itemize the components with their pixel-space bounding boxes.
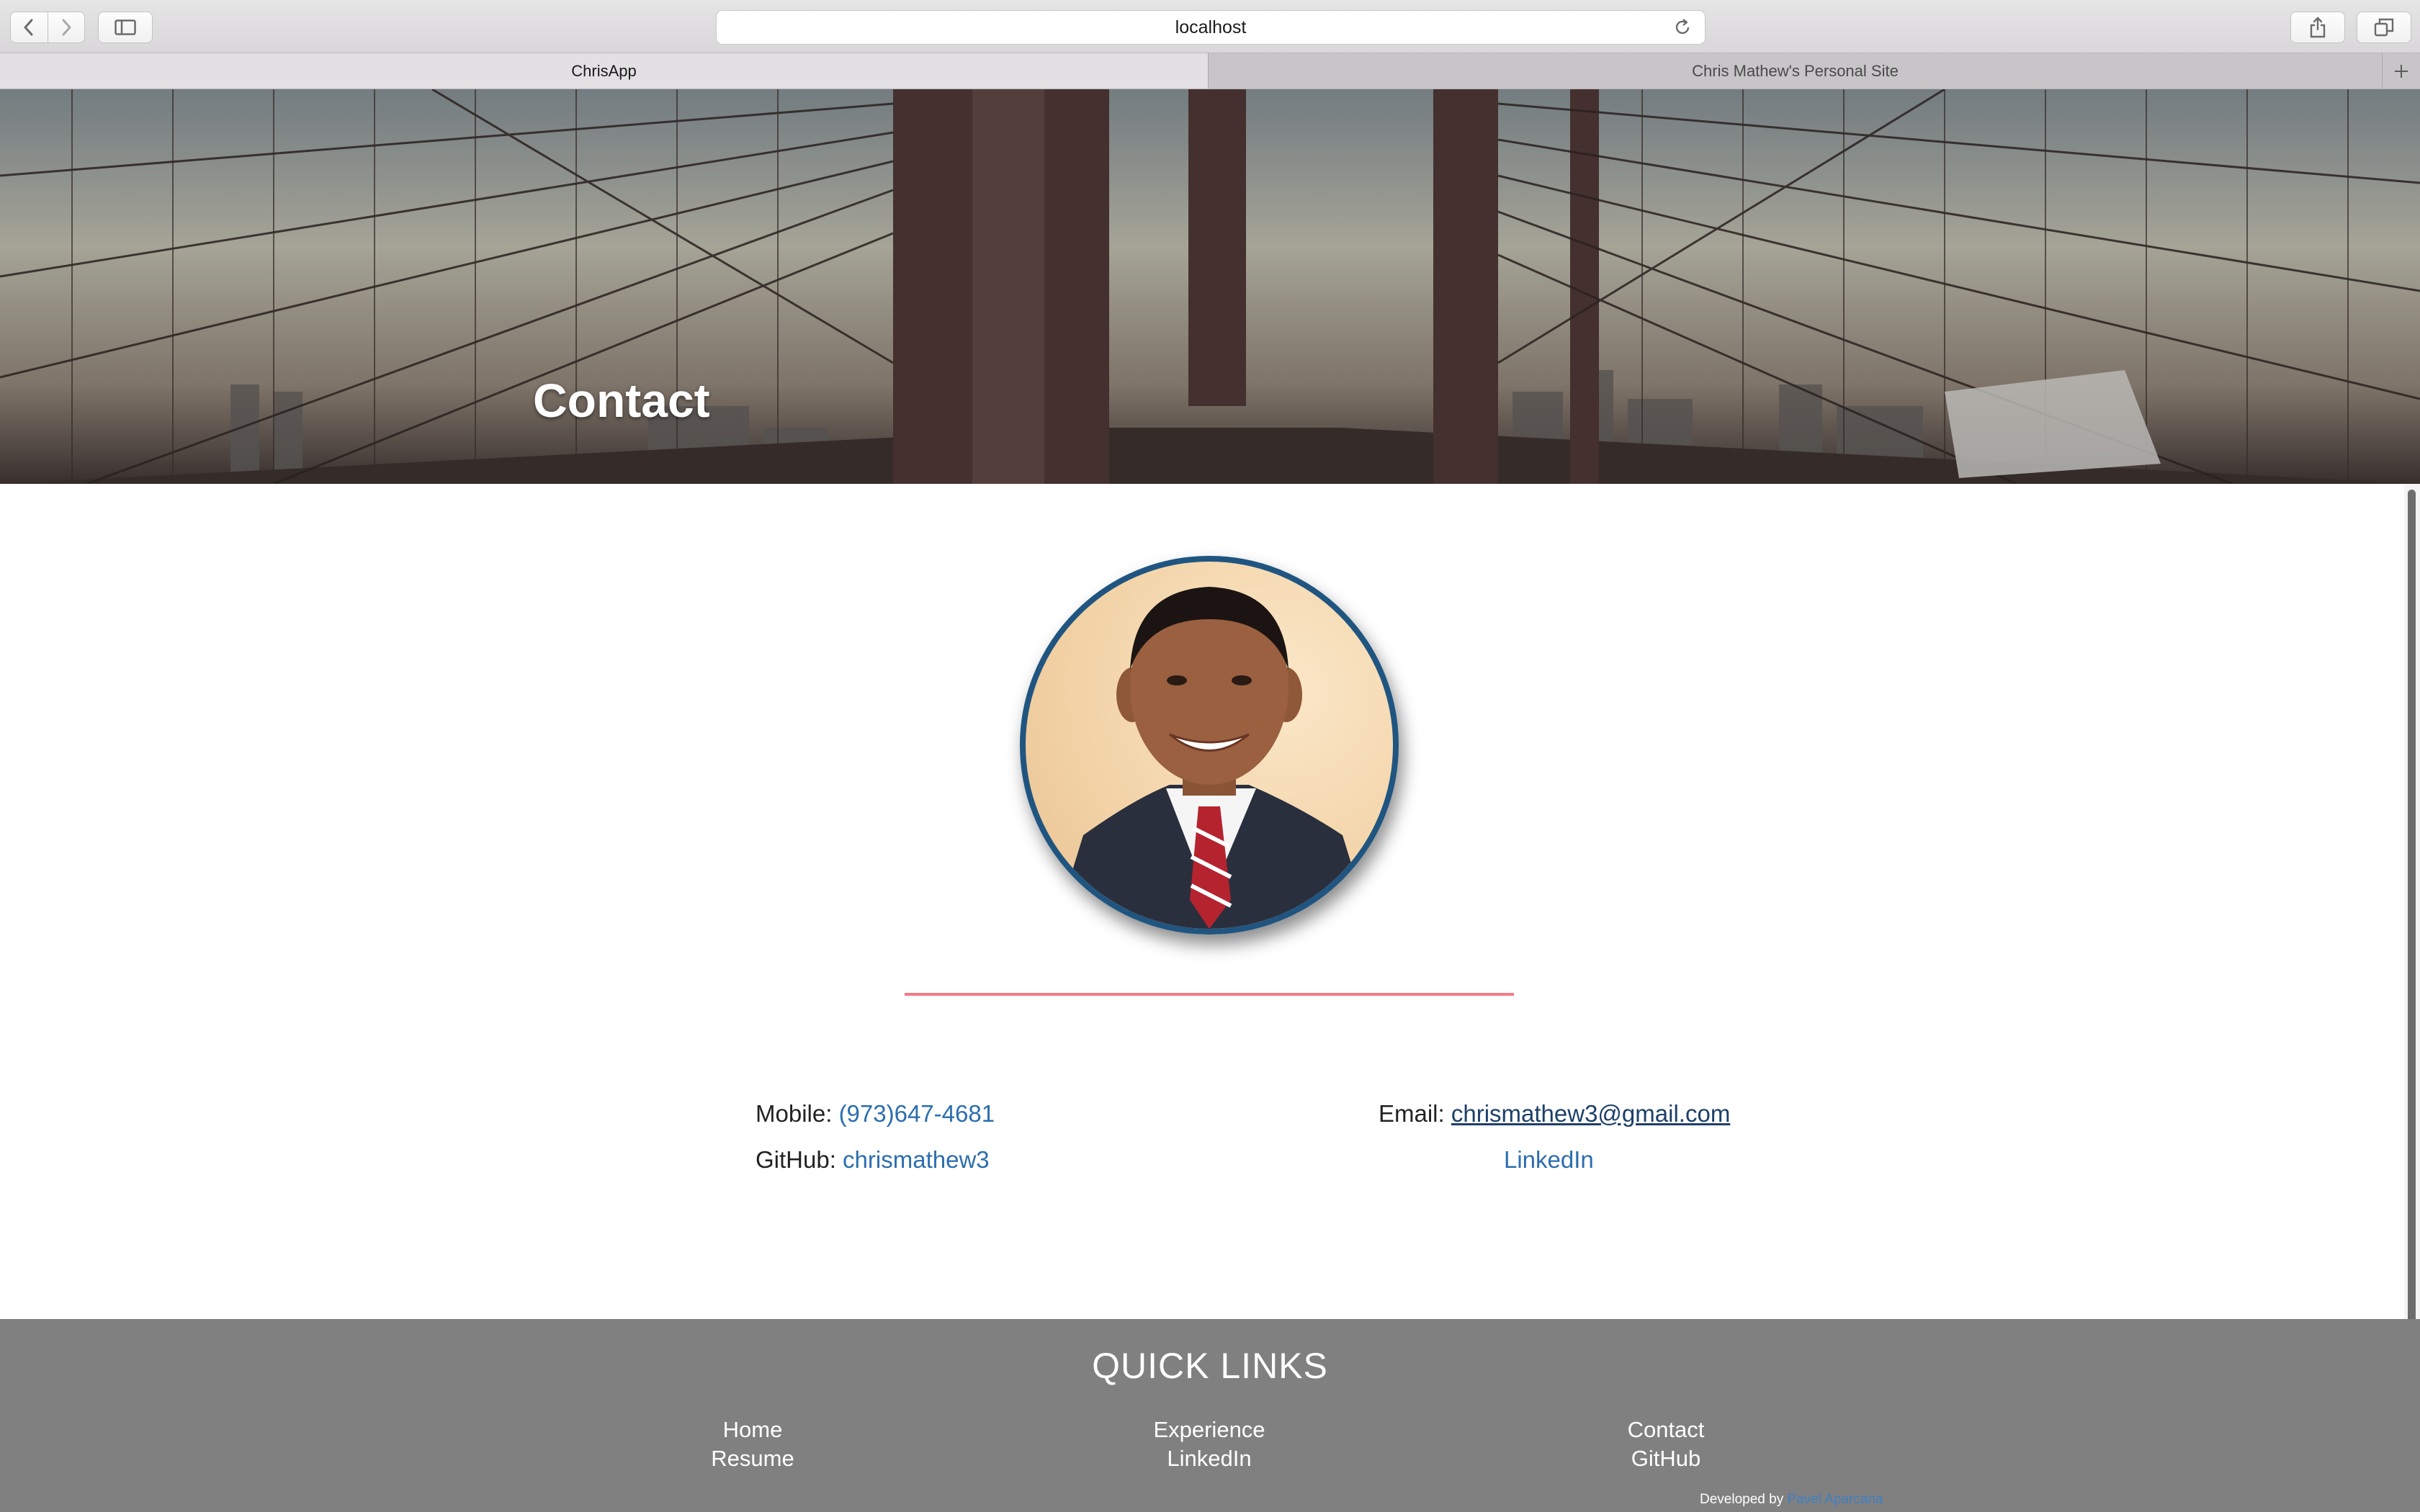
credit-author-link[interactable]: Pavel Aparcana [1787, 1492, 1883, 1507]
footer-column-2: Experience LinkedIn [1065, 1416, 1353, 1473]
navigation-buttons [10, 12, 85, 43]
tab-chrisapp[interactable]: ChrisApp [0, 53, 1209, 89]
bridge-background-image [0, 89, 2420, 484]
footer-title: QUICK LINKS [1092, 1346, 1328, 1386]
tab-personal-site[interactable]: Chris Mathew's Personal Site [1209, 53, 2383, 89]
footer-link-github[interactable]: GitHub [1522, 1444, 1810, 1473]
new-tab-button[interactable] [2383, 53, 2420, 89]
tabs-overview-icon [2374, 18, 2394, 37]
github-contact: GitHub: chrismathew3 [756, 1146, 990, 1174]
address-text: localhost [1175, 17, 1247, 37]
tab-label: Chris Mathew's Personal Site [1692, 61, 1899, 80]
page-title: Contact [533, 374, 710, 427]
hero-banner: Contact [0, 89, 2420, 484]
github-link[interactable]: chrismathew3 [843, 1146, 990, 1173]
tab-bar: ChrisApp Chris Mathew's Personal Site [0, 53, 2420, 89]
footer-link-home[interactable]: Home [609, 1416, 897, 1444]
browser-toolbar: localhost [0, 0, 2420, 53]
profile-avatar [1020, 556, 1399, 935]
sidebar-icon [115, 19, 136, 35]
share-icon [2310, 17, 2326, 38]
email-link[interactable]: chrismathew3@gmail.com [1451, 1100, 1730, 1127]
linkedin-link[interactable]: LinkedIn [1504, 1146, 1594, 1173]
mobile-link[interactable]: (973)647-4681 [839, 1100, 995, 1127]
footer-link-resume[interactable]: Resume [609, 1444, 897, 1473]
sidebar-toggle-button[interactable] [98, 12, 153, 43]
tab-label: ChrisApp [571, 61, 637, 80]
address-bar[interactable]: localhost [716, 10, 1706, 45]
credit-prefix: Developed by [1700, 1492, 1784, 1507]
chevron-left-icon [24, 19, 33, 36]
email-contact: Email: chrismathew3@gmail.com [1379, 1100, 1730, 1128]
footer-link-contact[interactable]: Contact [1522, 1416, 1810, 1444]
profile-photo [1054, 587, 1371, 929]
github-label: GitHub: [756, 1146, 836, 1173]
developer-credit: Developed by Pavel Aparcana [1700, 1492, 1883, 1508]
tabs-overview-button[interactable] [2357, 12, 2411, 43]
back-button[interactable] [11, 12, 48, 42]
section-divider [905, 993, 1514, 996]
plus-icon [2395, 64, 2408, 78]
footer-column-1: Home Resume [609, 1416, 897, 1473]
mobile-label: Mobile: [756, 1100, 833, 1127]
footer-link-linkedin[interactable]: LinkedIn [1065, 1444, 1353, 1473]
share-button[interactable] [2290, 12, 2345, 43]
footer-link-experience[interactable]: Experience [1065, 1416, 1353, 1444]
forward-button[interactable] [47, 12, 84, 42]
linkedin-contact: LinkedIn [1504, 1146, 1594, 1174]
mobile-contact: Mobile: (973)647-4681 [756, 1100, 995, 1128]
reload-icon[interactable] [1673, 18, 1692, 37]
chevron-right-icon [62, 19, 71, 36]
email-label: Email: [1379, 1100, 1445, 1127]
footer-column-3: Contact GitHub [1522, 1416, 1810, 1473]
